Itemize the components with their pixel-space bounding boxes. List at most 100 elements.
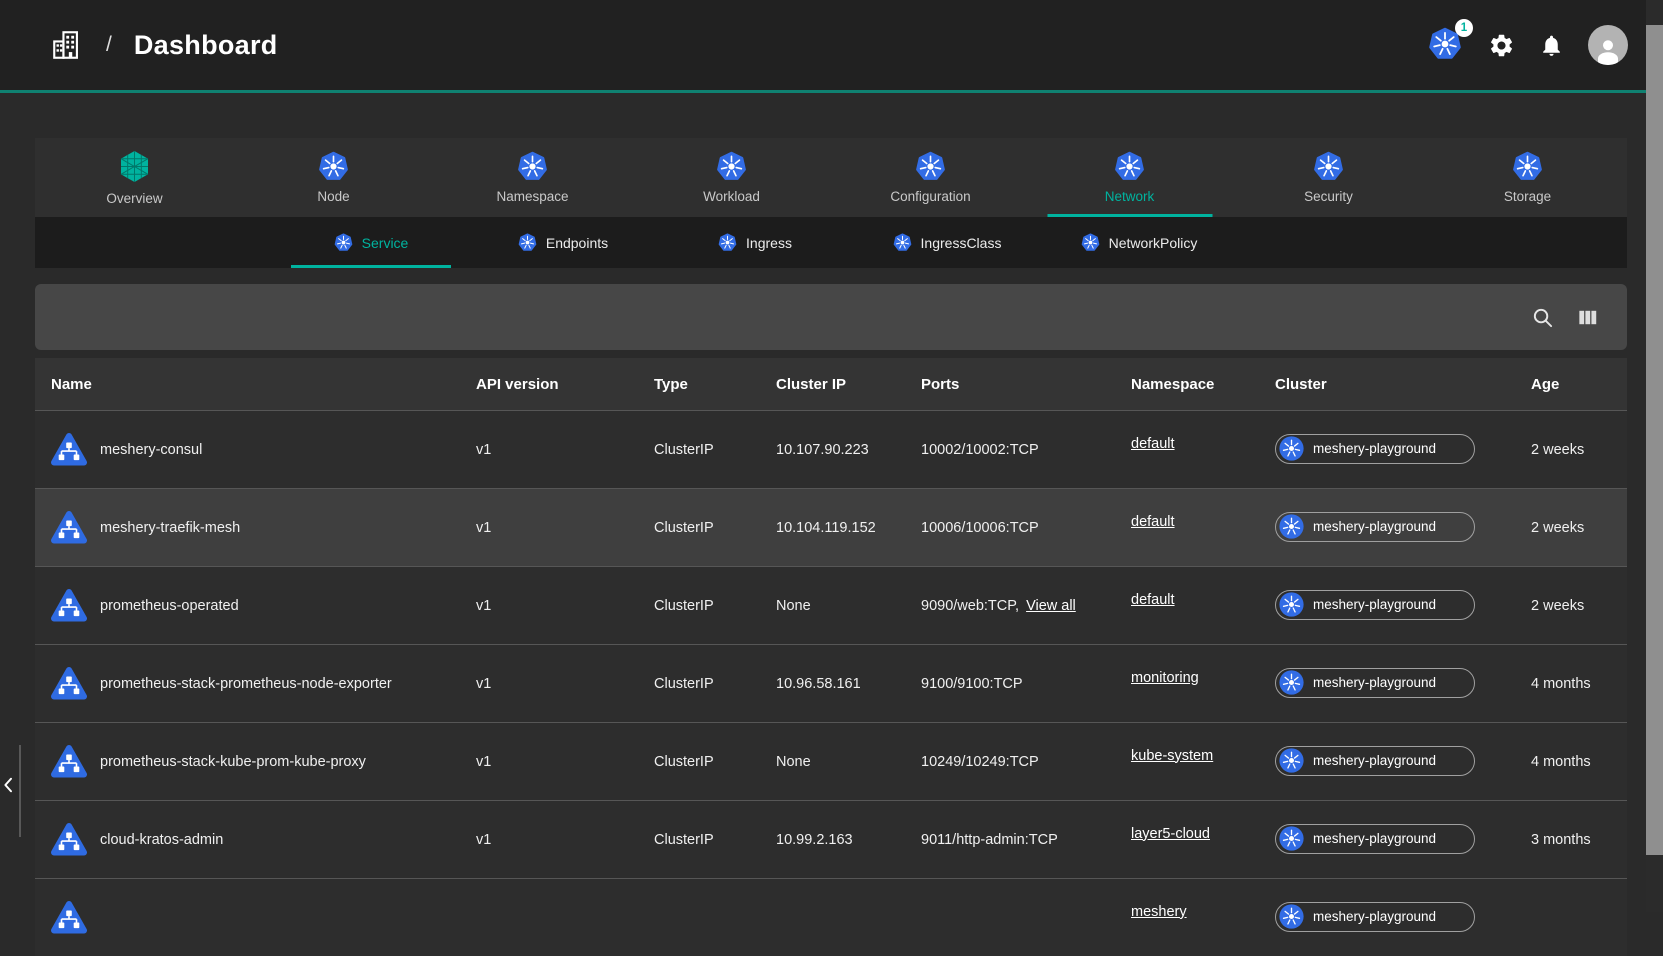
cell-name: prometheus-stack-prometheus-node-exporte… bbox=[51, 666, 476, 702]
tab-label: Node bbox=[317, 189, 349, 204]
table-row: prometheus-operated v1 ClusterIP None 90… bbox=[35, 566, 1627, 644]
cluster-chip[interactable]: meshery-playground bbox=[1275, 824, 1475, 854]
col-header-api-version[interactable]: API version bbox=[476, 376, 654, 393]
cluster-name: meshery-playground bbox=[1313, 519, 1436, 534]
cell-cluster-ip: 10.104.119.152 bbox=[776, 520, 921, 536]
kubernetes-service-icon bbox=[51, 432, 87, 468]
user-avatar[interactable] bbox=[1588, 25, 1628, 65]
notifications-bell-icon[interactable] bbox=[1539, 33, 1564, 58]
kubernetes-icon bbox=[1279, 748, 1304, 773]
kubernetes-icon bbox=[716, 151, 747, 182]
cell-cluster: meshery-playground bbox=[1275, 824, 1531, 856]
namespace-link[interactable]: monitoring bbox=[1131, 670, 1199, 686]
cell-name: cloud-kratos-admin bbox=[51, 822, 476, 858]
cluster-chip[interactable]: meshery-playground bbox=[1275, 746, 1475, 776]
subtab-service[interactable]: Service bbox=[275, 217, 467, 268]
kubernetes-context-button[interactable]: 1 bbox=[1428, 27, 1464, 63]
tab-network[interactable]: Network bbox=[1030, 138, 1229, 217]
page-title: Dashboard bbox=[134, 30, 278, 61]
tab-label: Configuration bbox=[890, 189, 970, 204]
col-header-age[interactable]: Age bbox=[1531, 376, 1611, 393]
col-header-namespace[interactable]: Namespace bbox=[1131, 376, 1275, 393]
subtab-label: Endpoints bbox=[546, 235, 608, 251]
service-name: prometheus-operated bbox=[100, 598, 239, 614]
kubernetes-icon bbox=[1512, 151, 1543, 182]
kubernetes-icon bbox=[318, 151, 349, 182]
cell-age: 4 months bbox=[1531, 754, 1611, 770]
kubernetes-icon bbox=[1279, 514, 1304, 539]
chevron-left-icon bbox=[2, 775, 15, 795]
namespace-link[interactable]: default bbox=[1131, 514, 1175, 530]
namespace-link[interactable]: kube-system bbox=[1131, 748, 1213, 764]
cluster-chip[interactable]: meshery-playground bbox=[1275, 590, 1475, 620]
col-header-type[interactable]: Type bbox=[654, 376, 776, 393]
tab-security[interactable]: Security bbox=[1229, 138, 1428, 217]
namespace-link[interactable]: default bbox=[1131, 592, 1175, 608]
tab-workload[interactable]: Workload bbox=[632, 138, 831, 217]
kubernetes-service-icon bbox=[51, 822, 87, 858]
view-columns-icon[interactable] bbox=[1576, 306, 1599, 329]
cell-api-version: v1 bbox=[476, 676, 654, 692]
collapse-drawer-button[interactable] bbox=[2, 770, 20, 800]
person-icon bbox=[1593, 35, 1623, 65]
cell-type: ClusterIP bbox=[654, 832, 776, 848]
cell-cluster-ip: None bbox=[776, 754, 921, 770]
cell-cluster-ip: 10.96.58.161 bbox=[776, 676, 921, 692]
subtab-networkpolicy[interactable]: NetworkPolicy bbox=[1043, 217, 1235, 268]
scrollbar-thumb[interactable] bbox=[1646, 25, 1663, 855]
tab-configuration[interactable]: Configuration bbox=[831, 138, 1030, 217]
cell-cluster-ip: None bbox=[776, 598, 921, 614]
kubernetes-service-icon bbox=[51, 510, 87, 546]
cell-name: prometheus-operated bbox=[51, 588, 476, 624]
breadcrumb-separator: / bbox=[106, 33, 112, 57]
cell-ports: 9090/web:TCP, View all bbox=[921, 598, 1131, 614]
subtab-label: NetworkPolicy bbox=[1109, 235, 1198, 251]
page-scrollbar bbox=[1646, 0, 1663, 912]
cell-age: 2 weeks bbox=[1531, 520, 1611, 536]
cluster-name: meshery-playground bbox=[1313, 597, 1436, 612]
cell-cluster: meshery-playground bbox=[1275, 668, 1531, 700]
subtab-ingressclass[interactable]: IngressClass bbox=[851, 217, 1043, 268]
subtab-endpoints[interactable]: Endpoints bbox=[467, 217, 659, 268]
table-row: meshery-traefik-mesh v1 ClusterIP 10.104… bbox=[35, 488, 1627, 566]
col-header-ports[interactable]: Ports bbox=[921, 376, 1131, 393]
organization-building-icon[interactable] bbox=[50, 28, 84, 62]
view-all-link[interactable]: View all bbox=[1026, 598, 1076, 614]
cluster-chip[interactable]: meshery-playground bbox=[1275, 434, 1475, 464]
ports-text: 10249/10249:TCP bbox=[921, 754, 1039, 770]
cell-cluster-ip: 10.99.2.163 bbox=[776, 832, 921, 848]
tab-label: Namespace bbox=[496, 189, 568, 204]
cell-ports: 9011/http-admin:TCP bbox=[921, 832, 1131, 848]
tab-label: Workload bbox=[703, 189, 760, 204]
ports-text: 9090/web:TCP, bbox=[921, 598, 1019, 614]
cluster-chip[interactable]: meshery-playground bbox=[1275, 902, 1475, 932]
cell-name bbox=[51, 900, 476, 936]
namespace-link[interactable]: layer5-cloud bbox=[1131, 826, 1210, 842]
meshery-logo-icon bbox=[117, 149, 152, 184]
col-header-cluster-ip[interactable]: Cluster IP bbox=[776, 376, 921, 393]
table-row: prometheus-stack-prometheus-node-exporte… bbox=[35, 644, 1627, 722]
search-icon[interactable] bbox=[1531, 306, 1554, 329]
subtab-ingress[interactable]: Ingress bbox=[659, 217, 851, 268]
service-name: prometheus-stack-prometheus-node-exporte… bbox=[100, 676, 392, 692]
cell-namespace: kube-system bbox=[1131, 754, 1275, 770]
kubernetes-service-icon bbox=[51, 900, 87, 936]
context-count-badge: 1 bbox=[1455, 19, 1473, 37]
namespace-link[interactable]: default bbox=[1131, 436, 1175, 452]
col-header-name[interactable]: Name bbox=[51, 376, 476, 393]
resource-tabs: Overview Node Namespace Workload Configu… bbox=[35, 138, 1627, 217]
cluster-chip[interactable]: meshery-playground bbox=[1275, 512, 1475, 542]
kubernetes-icon bbox=[1279, 592, 1304, 617]
service-name: cloud-kratos-admin bbox=[100, 832, 223, 848]
tab-namespace[interactable]: Namespace bbox=[433, 138, 632, 217]
cluster-chip[interactable]: meshery-playground bbox=[1275, 668, 1475, 698]
tab-overview[interactable]: Overview bbox=[35, 138, 234, 217]
ports-text: 10006/10006:TCP bbox=[921, 520, 1039, 536]
settings-gear-icon[interactable] bbox=[1488, 32, 1515, 59]
cell-name: prometheus-stack-kube-prom-kube-proxy bbox=[51, 744, 476, 780]
tab-node[interactable]: Node bbox=[234, 138, 433, 217]
tab-storage[interactable]: Storage bbox=[1428, 138, 1627, 217]
cell-name: meshery-traefik-mesh bbox=[51, 510, 476, 546]
cluster-name: meshery-playground bbox=[1313, 675, 1436, 690]
col-header-cluster[interactable]: Cluster bbox=[1275, 376, 1531, 393]
